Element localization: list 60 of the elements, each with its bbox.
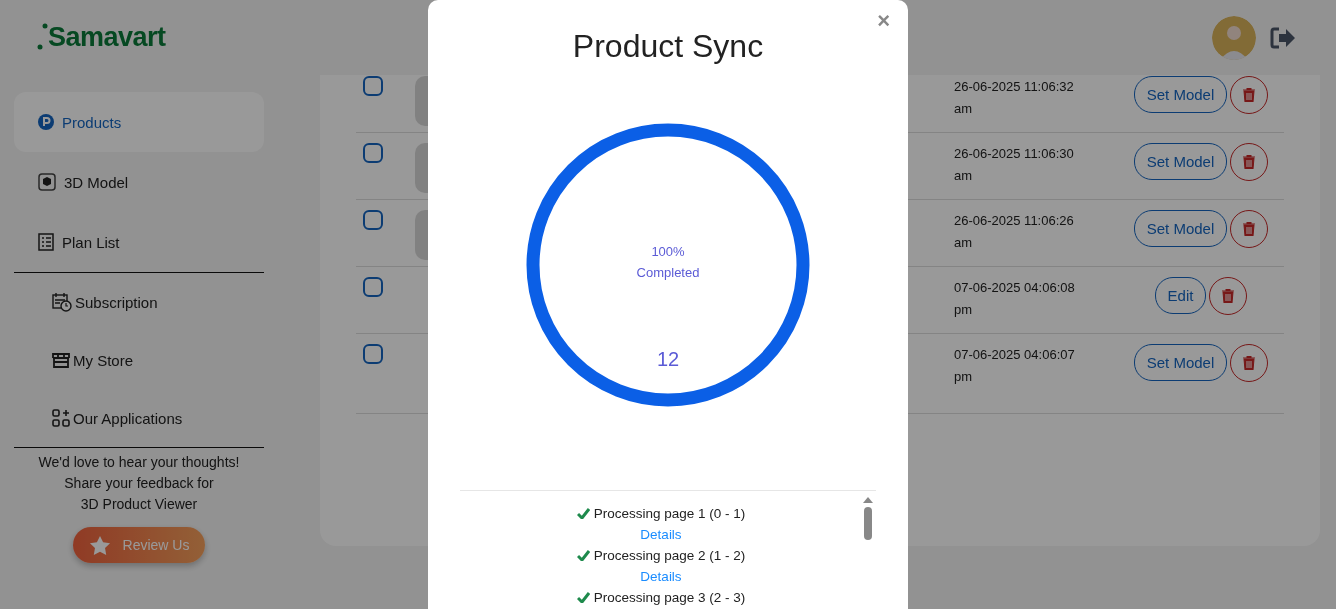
trash-icon <box>1243 356 1256 370</box>
star-icon <box>88 534 111 556</box>
store-icon <box>52 352 70 368</box>
feedback-text: We'd love to hear your thoughts! <box>37 454 241 470</box>
trash-icon <box>1222 289 1235 303</box>
sidebar-item[interactable]: Plan List <box>14 212 264 272</box>
date-text: 26-06-2025 11:06:32 <box>954 78 1075 96</box>
percent-text: 100% <box>651 243 685 261</box>
logout-icon[interactable] <box>1270 26 1296 49</box>
log-text: Processing page 2 (1 - 2) <box>593 547 746 565</box>
time-period-text: am <box>954 234 974 252</box>
trash-icon <box>1243 155 1256 169</box>
action-button[interactable]: Set Model <box>1133 76 1228 113</box>
action-button[interactable]: Set Model <box>1133 344 1228 381</box>
trash-icon <box>1243 222 1256 236</box>
delete-button[interactable] <box>1230 76 1269 114</box>
status-text: Completed <box>636 264 700 282</box>
details-link[interactable]: Details <box>640 524 682 545</box>
apps-grid-icon <box>52 409 70 427</box>
delete-button[interactable] <box>1209 277 1248 315</box>
count-text: 12 <box>656 348 680 371</box>
trash-icon <box>1243 88 1256 102</box>
checklist-icon <box>38 233 54 251</box>
log-text: Processing page 1 (0 - 1) <box>593 505 746 523</box>
sidebar-item[interactable]: 3D Model <box>14 152 264 212</box>
close-button[interactable]: × <box>877 8 890 34</box>
scroll-up-icon <box>863 497 873 503</box>
date-text: 07-06-2025 04:06:08 <box>954 279 1076 297</box>
dialog-title: Product Sync <box>572 28 764 65</box>
action-button[interactable]: Edit <box>1154 277 1207 314</box>
time-period-text: pm <box>954 301 974 319</box>
feedback-text: Share your feedback for <box>63 475 215 491</box>
log-text: Processing page 3 (2 - 3) <box>593 589 746 607</box>
review-us-button[interactable]: Review Us <box>72 527 206 563</box>
row-checkbox[interactable] <box>363 277 383 297</box>
time-period-text: am <box>954 167 974 185</box>
time-period-text: am <box>954 100 974 118</box>
row-checkbox[interactable] <box>363 344 383 364</box>
calendar-clock-icon <box>52 292 72 312</box>
row-checkbox[interactable] <box>363 143 383 163</box>
date-text: 07-06-2025 04:06:07 <box>954 346 1076 364</box>
sidebar-item[interactable]: Subscription <box>14 273 264 331</box>
sidebar-item[interactable]: My Store <box>14 331 264 389</box>
details-link[interactable]: Details <box>640 566 682 587</box>
sidebar-item[interactable]: Our Applications <box>14 389 264 447</box>
sidebar-item[interactable]: Products <box>14 92 264 152</box>
delete-button[interactable] <box>1230 143 1269 181</box>
logo-wordmark[interactable]: Samavart <box>48 22 166 53</box>
action-button[interactable]: Set Model <box>1133 210 1228 247</box>
row-checkbox[interactable] <box>363 76 383 96</box>
date-text: 26-06-2025 11:06:26 <box>954 212 1075 230</box>
row-checkbox[interactable] <box>363 210 383 230</box>
delete-button[interactable] <box>1230 344 1269 382</box>
time-period-text: pm <box>954 368 974 386</box>
p-circle-icon <box>38 114 54 130</box>
cube-icon <box>38 173 56 191</box>
feedback-text: 3D Product Viewer <box>79 496 199 512</box>
action-button[interactable]: Set Model <box>1133 143 1228 180</box>
date-text: 26-06-2025 11:06:30 <box>954 145 1075 163</box>
delete-button[interactable] <box>1230 210 1269 248</box>
